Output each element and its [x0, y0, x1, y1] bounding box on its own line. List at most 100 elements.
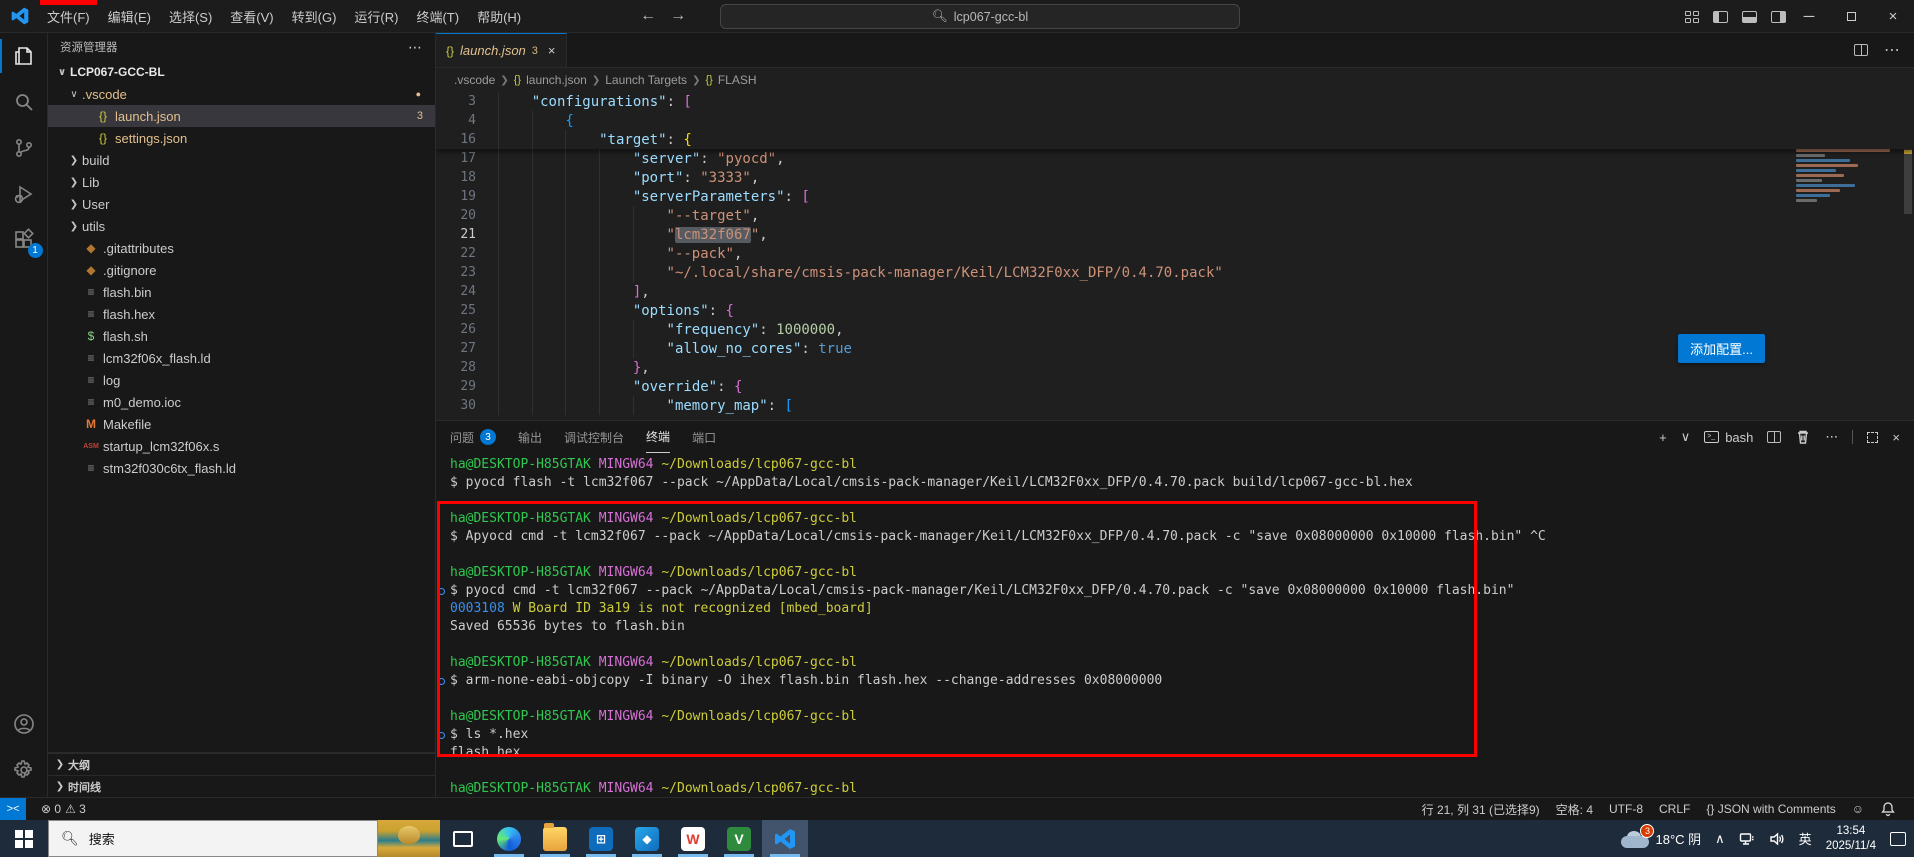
- panel-tab-输出[interactable]: 输出: [518, 421, 542, 453]
- problems-status[interactable]: ⊗ 0 ⚠ 3: [34, 798, 93, 820]
- section-时间线[interactable]: ❯ 时间线: [48, 775, 435, 797]
- forward-arrow-icon[interactable]: →: [670, 7, 686, 25]
- status-item[interactable]: {} JSON with Comments: [1698, 802, 1843, 816]
- activity-search-icon[interactable]: [0, 79, 48, 125]
- menu-item[interactable]: 文件(F): [38, 0, 99, 32]
- maximize-panel-icon[interactable]: [1867, 431, 1879, 443]
- notifications-bell-icon[interactable]: [1872, 801, 1904, 817]
- terminal-dropdown-icon[interactable]: ∨: [1681, 429, 1691, 445]
- tree-item--gitattributes[interactable]: ◆ .gitattributes: [48, 237, 435, 259]
- tree-item-startup-lcm32f06x-s[interactable]: ASM startup_lcm32f06x.s: [48, 435, 435, 457]
- close-button[interactable]: ×: [1872, 0, 1914, 33]
- remote-indicator[interactable]: ><: [0, 797, 26, 821]
- command-decoration-icon[interactable]: [438, 678, 445, 685]
- clock[interactable]: 13:54 2025/11/4: [1826, 824, 1876, 854]
- section-大纲[interactable]: ❯ 大纲: [48, 753, 435, 775]
- tree-item-flash-sh[interactable]: $ flash.sh: [48, 325, 435, 347]
- restore-button[interactable]: [1830, 0, 1872, 33]
- breadcrumb-item[interactable]: .vscode: [454, 73, 495, 87]
- breadcrumb[interactable]: .vscode ❯ {} launch.json ❯ Launch Targets ❯ {} F…: [436, 68, 1914, 92]
- status-item[interactable]: 行 21, 列 31 (已选择9): [1414, 801, 1548, 818]
- customize-layout-icon[interactable]: [1685, 10, 1699, 23]
- minimize-button[interactable]: ─: [1788, 0, 1830, 33]
- status-item[interactable]: 空格: 4: [1548, 801, 1601, 818]
- menu-item[interactable]: 编辑(E): [99, 0, 160, 32]
- news-widget-image[interactable]: [378, 820, 440, 857]
- editor-more-actions-icon[interactable]: ⋯: [1884, 40, 1900, 60]
- breadcrumb-item[interactable]: Launch Targets: [605, 73, 687, 87]
- tree-item-lcm32f06x-flash-ld[interactable]: ≡ lcm32f06x_flash.ld: [48, 347, 435, 369]
- tree-item-settings-json[interactable]: {} settings.json: [48, 127, 435, 149]
- terminal[interactable]: ha@DESKTOP-H85GTAK MINGW64 ~/Downloads/l…: [436, 453, 1914, 798]
- taskbar-search[interactable]: 🔍︎ 搜索: [48, 820, 378, 857]
- back-arrow-icon[interactable]: ←: [640, 7, 656, 25]
- network-icon[interactable]: [1739, 831, 1755, 847]
- tree-item-lib[interactable]: ❯ Lib: [48, 171, 435, 193]
- notification-center-icon[interactable]: [1890, 831, 1906, 846]
- toggle-panel-icon[interactable]: [1742, 10, 1757, 23]
- split-editor-icon[interactable]: [1854, 44, 1868, 56]
- status-item[interactable]: CRLF: [1651, 802, 1698, 816]
- tab-launch-json[interactable]: {} launch.json 3 ×: [436, 33, 567, 67]
- taskbar-app-store[interactable]: ⊞: [578, 820, 624, 857]
- menu-item[interactable]: 终端(T): [407, 0, 468, 32]
- tree-item-utils[interactable]: ❯ utils: [48, 215, 435, 237]
- activity-account-icon[interactable]: [0, 701, 48, 747]
- activity-source-control-icon[interactable]: [0, 125, 48, 171]
- panel-tab-调试控制台[interactable]: 调试控制台: [564, 421, 624, 453]
- split-terminal-icon[interactable]: [1767, 431, 1782, 443]
- activity-extensions-icon[interactable]: 1: [0, 217, 48, 263]
- close-panel-icon[interactable]: ×: [1892, 430, 1900, 445]
- toggle-secondary-sidebar-icon[interactable]: [1771, 10, 1786, 23]
- panel-tab-终端[interactable]: 终端: [646, 421, 671, 453]
- toggle-sidebar-icon[interactable]: [1713, 10, 1728, 23]
- menu-item[interactable]: 运行(R): [345, 0, 407, 32]
- tree-item--gitignore[interactable]: ◆ .gitignore: [48, 259, 435, 281]
- add-configuration-button[interactable]: 添加配置...: [1678, 334, 1765, 363]
- taskbar-app-vscode[interactable]: [762, 820, 808, 857]
- weather-widget[interactable]: 3 18°C 阴: [1621, 823, 1701, 848]
- activity-settings-icon[interactable]: [0, 747, 48, 793]
- breadcrumb-item[interactable]: FLASH: [718, 73, 757, 87]
- menu-item[interactable]: 查看(V): [221, 0, 282, 32]
- volume-icon[interactable]: [1769, 831, 1785, 847]
- taskbar-app-task-view[interactable]: [440, 820, 486, 857]
- tree-item-flash-bin[interactable]: ≡ flash.bin: [48, 281, 435, 303]
- menu-item[interactable]: 选择(S): [160, 0, 221, 32]
- tray-chevron-icon[interactable]: ∧: [1715, 831, 1725, 847]
- command-decoration-icon[interactable]: [438, 732, 445, 739]
- feedback-icon[interactable]: ☺: [1844, 802, 1872, 816]
- start-button[interactable]: [0, 820, 48, 857]
- ime-indicator[interactable]: 英: [1799, 829, 1812, 848]
- taskbar-app-file-explorer[interactable]: [532, 820, 578, 857]
- activity-explorer-icon[interactable]: [0, 33, 48, 79]
- menu-item[interactable]: 帮助(H): [468, 0, 530, 32]
- panel-tab-问题[interactable]: 问题 3: [450, 421, 497, 453]
- menu-item[interactable]: 转到(G): [283, 0, 346, 32]
- tree-item-log[interactable]: ≡ log: [48, 369, 435, 391]
- activity-run-debug-icon[interactable]: [0, 171, 48, 217]
- command-center-search[interactable]: 🔍︎ lcp067-gcc-bl: [720, 4, 1240, 29]
- taskbar-app-edge[interactable]: [486, 820, 532, 857]
- new-terminal-icon[interactable]: +: [1659, 430, 1667, 445]
- tree-item-build[interactable]: ❯ build: [48, 149, 435, 171]
- terminal-bash-chip[interactable]: >_ bash: [1704, 430, 1753, 445]
- tree-item-lcp067-gcc-bl[interactable]: ∨ LCP067-GCC-BL: [48, 61, 435, 83]
- tree-item-makefile[interactable]: M Makefile: [48, 413, 435, 435]
- status-item[interactable]: UTF-8: [1601, 802, 1651, 816]
- panel-tab-端口[interactable]: 端口: [692, 421, 716, 453]
- tree-item-user[interactable]: ❯ User: [48, 193, 435, 215]
- tree-item-flash-hex[interactable]: ≡ flash.hex: [48, 303, 435, 325]
- breadcrumb-item[interactable]: launch.json: [526, 73, 587, 87]
- panel-more-actions-icon[interactable]: ⋯: [1825, 429, 1838, 445]
- tree-item-m0-demo-ioc[interactable]: ≡ m0_demo.ioc: [48, 391, 435, 413]
- code-area[interactable]: 3 "configurations": [4{16 "target": { 17 "s…: [436, 92, 1914, 420]
- tree-item-launch-json[interactable]: {} launch.json 3: [48, 105, 435, 127]
- tree-item-stm32f030c6tx-flash-ld[interactable]: ≡ stm32f030c6tx_flash.ld: [48, 457, 435, 479]
- more-actions-icon[interactable]: ⋯: [408, 39, 423, 56]
- taskbar-app-mail[interactable]: ◆: [624, 820, 670, 857]
- command-decoration-icon[interactable]: [438, 588, 445, 595]
- tree-item--vscode[interactable]: ∨ .vscode ●: [48, 83, 435, 105]
- taskbar-app-wps[interactable]: W: [670, 820, 716, 857]
- tab-close-icon[interactable]: ×: [548, 43, 556, 58]
